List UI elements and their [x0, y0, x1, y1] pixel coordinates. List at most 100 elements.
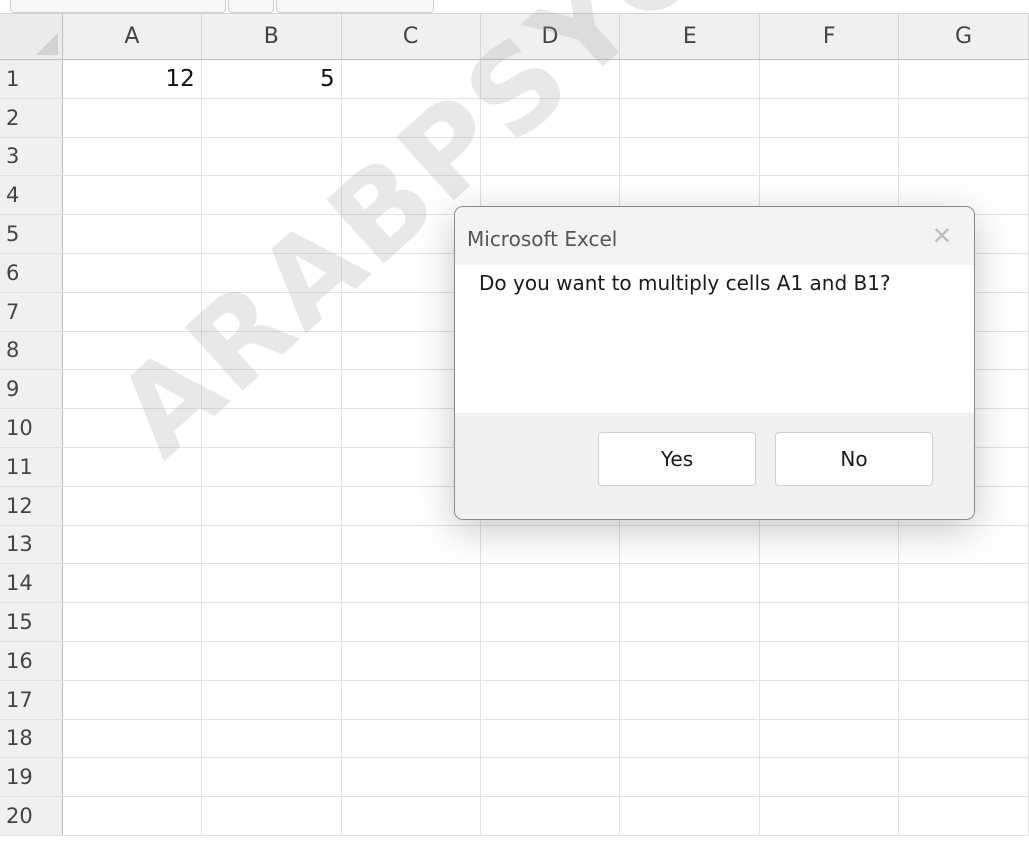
cell-c14[interactable]	[341, 563, 481, 604]
cell-b5[interactable]	[201, 214, 342, 254]
select-all-button[interactable]	[0, 14, 63, 60]
cell-f14[interactable]	[759, 563, 900, 604]
cell-d1[interactable]	[480, 59, 621, 99]
cell-c15[interactable]	[341, 602, 481, 642]
row-header-9[interactable]: 9	[0, 369, 63, 410]
no-button[interactable]: No	[775, 432, 933, 486]
cell-c1[interactable]	[341, 59, 481, 99]
cell-g20[interactable]	[898, 796, 1029, 836]
cell-a6[interactable]	[62, 253, 202, 293]
cell-a10[interactable]	[62, 408, 202, 448]
cell-g18[interactable]	[898, 719, 1029, 759]
cell-b6[interactable]	[201, 253, 342, 293]
cell-a4[interactable]	[62, 175, 202, 216]
cell-e20[interactable]	[619, 796, 761, 836]
cell-e2[interactable]	[619, 98, 761, 138]
cell-d14[interactable]	[480, 563, 621, 604]
cell-a14[interactable]	[62, 563, 202, 604]
cell-c19[interactable]	[341, 757, 481, 798]
cell-e1[interactable]	[619, 59, 761, 99]
cell-b3[interactable]	[201, 137, 342, 177]
row-header-5[interactable]: 5	[0, 214, 63, 254]
cell-g3[interactable]	[898, 137, 1029, 177]
cell-f1[interactable]	[759, 59, 900, 99]
cell-f15[interactable]	[759, 602, 900, 642]
cell-d2[interactable]	[480, 98, 621, 138]
cell-a16[interactable]	[62, 641, 202, 681]
close-icon[interactable]: ✕	[932, 224, 952, 248]
cell-c13[interactable]	[341, 525, 481, 565]
cell-b20[interactable]	[201, 796, 342, 836]
cell-a13[interactable]	[62, 525, 202, 565]
cell-f19[interactable]	[759, 757, 900, 798]
cell-g19[interactable]	[898, 757, 1029, 798]
cell-e16[interactable]	[619, 641, 761, 681]
row-header-16[interactable]: 16	[0, 641, 63, 681]
row-header-2[interactable]: 2	[0, 98, 63, 138]
cell-c20[interactable]	[341, 796, 481, 836]
row-header-13[interactable]: 13	[0, 525, 63, 565]
cell-a18[interactable]	[62, 719, 202, 759]
cell-c18[interactable]	[341, 719, 481, 759]
cell-b1[interactable]: 5	[201, 59, 342, 99]
cell-c17[interactable]	[341, 680, 481, 720]
cell-f17[interactable]	[759, 680, 900, 720]
cell-g14[interactable]	[898, 563, 1029, 604]
row-header-4[interactable]: 4	[0, 175, 63, 216]
cell-b8[interactable]	[201, 331, 342, 371]
cell-g16[interactable]	[898, 641, 1029, 681]
cell-d19[interactable]	[480, 757, 621, 798]
cell-b9[interactable]	[201, 369, 342, 410]
cell-a11[interactable]	[62, 447, 202, 487]
column-header-g[interactable]: G	[898, 14, 1029, 60]
cell-a17[interactable]	[62, 680, 202, 720]
cell-b4[interactable]	[201, 175, 342, 216]
cell-a1[interactable]: 12	[62, 59, 202, 99]
cell-a9[interactable]	[62, 369, 202, 410]
column-header-d[interactable]: D	[480, 14, 621, 60]
cell-e15[interactable]	[619, 602, 761, 642]
column-header-e[interactable]: E	[619, 14, 761, 60]
row-header-19[interactable]: 19	[0, 757, 63, 798]
row-header-12[interactable]: 12	[0, 486, 63, 526]
cell-g15[interactable]	[898, 602, 1029, 642]
yes-button[interactable]: Yes	[598, 432, 756, 486]
row-header-8[interactable]: 8	[0, 331, 63, 371]
cell-d17[interactable]	[480, 680, 621, 720]
cell-a7[interactable]	[62, 292, 202, 332]
cell-d18[interactable]	[480, 719, 621, 759]
cell-f18[interactable]	[759, 719, 900, 759]
cell-b17[interactable]	[201, 680, 342, 720]
row-header-20[interactable]: 20	[0, 796, 63, 836]
cell-g1[interactable]	[898, 59, 1029, 99]
cell-f2[interactable]	[759, 98, 900, 138]
column-header-b[interactable]: B	[201, 14, 342, 60]
cell-f3[interactable]	[759, 137, 900, 177]
cell-d13[interactable]	[480, 525, 621, 565]
cell-b18[interactable]	[201, 719, 342, 759]
cell-a15[interactable]	[62, 602, 202, 642]
row-header-1[interactable]: 1	[0, 59, 63, 99]
row-header-6[interactable]: 6	[0, 253, 63, 293]
row-header-15[interactable]: 15	[0, 602, 63, 642]
cell-e14[interactable]	[619, 563, 761, 604]
cell-g2[interactable]	[898, 98, 1029, 138]
cell-f13[interactable]	[759, 525, 900, 565]
cell-b15[interactable]	[201, 602, 342, 642]
row-header-11[interactable]: 11	[0, 447, 63, 487]
row-header-3[interactable]: 3	[0, 137, 63, 177]
cell-d16[interactable]	[480, 641, 621, 681]
cell-b19[interactable]	[201, 757, 342, 798]
cell-a12[interactable]	[62, 486, 202, 526]
cell-e13[interactable]	[619, 525, 761, 565]
cell-d20[interactable]	[480, 796, 621, 836]
cell-e17[interactable]	[619, 680, 761, 720]
cell-c3[interactable]	[341, 137, 481, 177]
cell-a20[interactable]	[62, 796, 202, 836]
cell-e3[interactable]	[619, 137, 761, 177]
row-header-17[interactable]: 17	[0, 680, 63, 720]
cell-b11[interactable]	[201, 447, 342, 487]
cell-b13[interactable]	[201, 525, 342, 565]
cell-b7[interactable]	[201, 292, 342, 332]
cell-e19[interactable]	[619, 757, 761, 798]
